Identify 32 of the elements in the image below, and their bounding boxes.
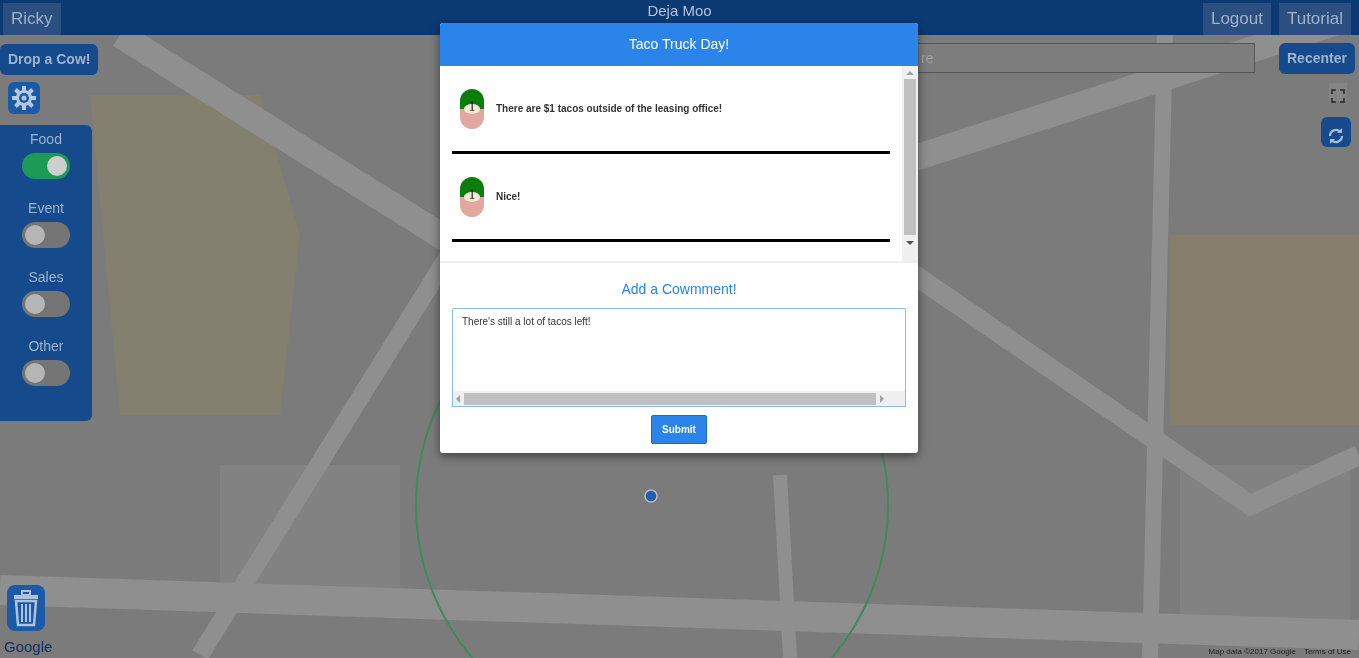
comment-text: There are $1 tacos outside of the leasing office! — [496, 102, 723, 116]
fullscreen-icon[interactable] — [1329, 83, 1347, 101]
comment-text: Nice! — [496, 190, 521, 204]
submit-button[interactable]: Submit — [651, 415, 707, 444]
trash-button[interactable] — [7, 585, 45, 631]
map-attribution: Map data ©2017 Google — [1208, 647, 1296, 657]
refresh-button[interactable] — [1321, 117, 1351, 147]
app-title: Deja Moo — [646, 2, 713, 20]
user-button[interactable]: Ricky — [3, 3, 61, 35]
form-heading: Add a Cowmment! — [620, 280, 738, 299]
scrollbar[interactable] — [902, 66, 918, 261]
nav-button[interactable]: Tutorial — [1278, 3, 1351, 35]
terms-link[interactable]: Terms of Use — [1303, 647, 1351, 657]
settings-icon — [11, 85, 37, 111]
map-logo: Google — [4, 638, 53, 656]
filter-label: Sales — [28, 269, 64, 285]
toggle-switch[interactable] — [22, 291, 70, 317]
modal-title: Taco Truck Day! — [440, 23, 918, 66]
settings-button[interactable] — [8, 82, 40, 114]
filter-label: Event — [28, 200, 64, 216]
recenter-button[interactable]: Recenter — [1279, 43, 1355, 74]
drop-button[interactable]: Drop a Cow! — [0, 44, 99, 75]
filter-label: Food — [30, 131, 62, 147]
toggle-switch[interactable] — [22, 360, 70, 386]
filter-label: Other — [28, 338, 64, 354]
toggle-switch[interactable] — [22, 153, 70, 179]
comment-field[interactable]: There's still a lot of tacos left! — [452, 308, 906, 391]
nav-button[interactable]: Logout — [1202, 3, 1271, 35]
toggle-switch[interactable] — [22, 222, 70, 248]
scrollbar[interactable] — [452, 391, 906, 407]
refresh-icon — [1327, 126, 1345, 145]
trash-icon — [11, 589, 41, 627]
